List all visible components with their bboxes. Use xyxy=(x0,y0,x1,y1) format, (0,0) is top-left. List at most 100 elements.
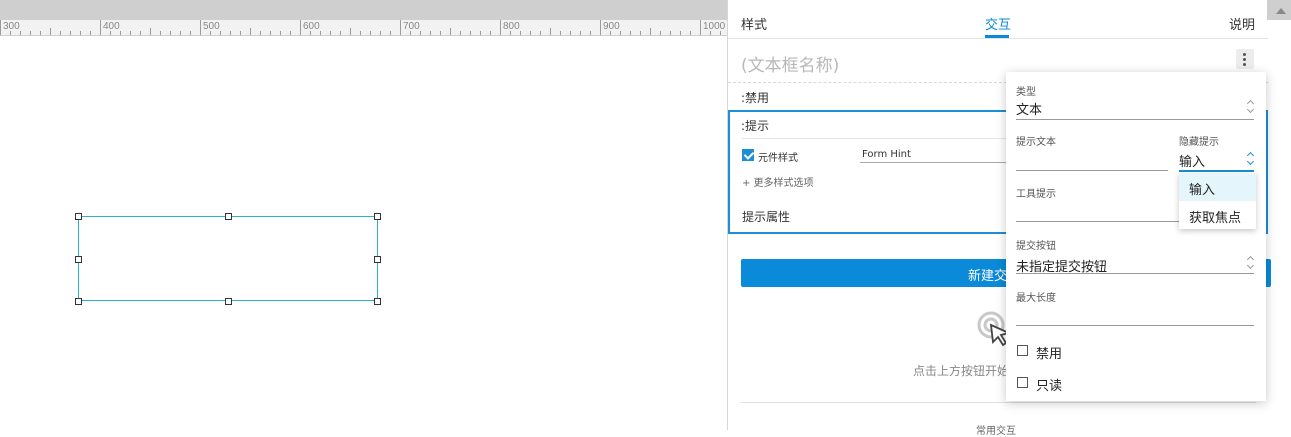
inspector-tabs: 样式 交互 说明 xyxy=(728,0,1268,39)
widget-style-label: 元件样式 xyxy=(758,153,798,164)
ruler-tick xyxy=(190,31,191,35)
state-disabled-label[interactable]: :禁用 xyxy=(741,89,769,106)
ruler-label: 1000 xyxy=(703,21,726,32)
ruler-tick xyxy=(660,31,661,35)
ruler-tick xyxy=(80,31,81,35)
check-icon[interactable] xyxy=(742,149,754,161)
ruler-tick xyxy=(380,31,381,35)
submit-button-label: 提交按钮 xyxy=(1016,241,1056,252)
ruler-tick xyxy=(690,31,691,35)
dropdown-option-focus[interactable]: 获取焦点 xyxy=(1179,201,1256,229)
ruler-tick xyxy=(290,31,291,35)
readonly-checkbox[interactable] xyxy=(1017,377,1028,388)
type-underline xyxy=(1016,119,1254,120)
resize-handle[interactable] xyxy=(374,298,381,305)
ruler-tick xyxy=(630,31,631,35)
hint-text-label: 提示文本 xyxy=(1016,137,1056,148)
ruler-tick xyxy=(390,31,391,35)
readonly-checkbox-label[interactable]: 只读 xyxy=(1036,375,1062,394)
ruler-tick xyxy=(60,31,61,35)
ruler-tick xyxy=(140,31,141,35)
submit-underline xyxy=(1016,273,1254,274)
up-down-arrow-icon[interactable] xyxy=(1247,152,1255,166)
ruler-tick xyxy=(370,31,371,35)
scroll-up-icon[interactable] xyxy=(1276,8,1286,14)
tab-style[interactable]: 样式 xyxy=(741,14,767,33)
ruler-tick xyxy=(130,31,131,35)
ruler-tick xyxy=(180,31,181,35)
state-hint-label[interactable]: :提示 xyxy=(741,117,769,134)
style-select-underline xyxy=(860,162,1010,163)
resize-handle[interactable] xyxy=(225,213,232,220)
hint-props-label[interactable]: 提示属性 xyxy=(742,208,790,225)
more-styles-link[interactable]: + 更多样式选项 xyxy=(742,174,814,189)
ruler-tick xyxy=(590,31,591,35)
ruler-tick xyxy=(670,31,671,35)
resize-handle[interactable] xyxy=(75,256,82,263)
ruler-label: 800 xyxy=(503,21,520,32)
ruler-tick xyxy=(200,20,201,35)
tab-notes[interactable]: 说明 xyxy=(1229,14,1255,33)
ruler-tick xyxy=(560,31,561,35)
ruler-tick xyxy=(620,31,621,35)
disabled-checkbox-label[interactable]: 禁用 xyxy=(1036,343,1062,362)
ruler-tick xyxy=(240,31,241,35)
resize-handle[interactable] xyxy=(75,213,82,220)
ruler-tick xyxy=(650,28,651,35)
textfield-properties-popup: 类型 文本 提示文本 隐藏提示 输入 工具提示 提交按钮 未指定提交按钮 最大长… xyxy=(1006,72,1266,401)
ruler-tick xyxy=(230,31,231,35)
ruler-tick xyxy=(260,31,261,35)
ruler-tick xyxy=(50,28,51,35)
ruler-tick xyxy=(90,31,91,35)
ruler-tick xyxy=(220,31,221,35)
empty-interaction-hint: 点击上方按钮开始 xyxy=(913,364,1010,378)
ruler-tick xyxy=(480,31,481,35)
hide-hint-dropdown: 输入 获取焦点 xyxy=(1179,172,1256,229)
ruler-tick xyxy=(440,31,441,35)
ruler-label: 600 xyxy=(303,21,320,32)
ruler-tick xyxy=(450,28,451,35)
ruler-tick xyxy=(530,31,531,35)
ruler-tick xyxy=(700,20,701,35)
ruler-tick xyxy=(580,31,581,35)
ruler-tick xyxy=(120,31,121,35)
resize-handle[interactable] xyxy=(75,298,82,305)
ruler-tick xyxy=(150,28,151,35)
ruler-label: 400 xyxy=(103,21,120,32)
ruler-tick xyxy=(320,31,321,35)
ruler-label: 300 xyxy=(3,21,20,32)
ruler-tick xyxy=(550,28,551,35)
tab-interaction[interactable]: 交互 xyxy=(985,14,1011,33)
kebab-menu-icon[interactable] xyxy=(1236,49,1254,69)
resize-handle[interactable] xyxy=(374,256,381,263)
ruler-tick xyxy=(170,31,171,35)
ruler-tick xyxy=(640,31,641,35)
ruler-tick xyxy=(520,31,521,35)
disabled-checkbox[interactable] xyxy=(1017,345,1028,356)
hide-hint-select[interactable]: 输入 xyxy=(1179,151,1205,170)
ruler-tick xyxy=(500,20,501,35)
resize-handle[interactable] xyxy=(225,298,232,305)
ruler-tick xyxy=(400,20,401,35)
up-down-arrow-icon[interactable] xyxy=(1247,256,1255,270)
widget-style-select[interactable]: Form Hint xyxy=(862,149,911,160)
type-select[interactable]: 文本 xyxy=(1016,99,1042,118)
horizontal-ruler: 300 400 500 600 700 800 900 1000 xyxy=(0,20,727,36)
selected-textbox-widget[interactable] xyxy=(78,216,378,301)
ruler-label: 500 xyxy=(203,21,220,32)
type-label: 类型 xyxy=(1016,87,1036,98)
widget-name-field[interactable]: (文本框名称) xyxy=(741,51,839,76)
up-down-arrow-icon[interactable] xyxy=(1247,100,1255,114)
ruler-tick xyxy=(540,31,541,35)
hint-text-underline xyxy=(1016,170,1168,171)
ruler-tick xyxy=(460,31,461,35)
ruler-tick xyxy=(360,31,361,35)
dropdown-option-input[interactable]: 输入 xyxy=(1179,173,1256,201)
ruler-tick xyxy=(270,31,271,35)
resize-handle[interactable] xyxy=(374,213,381,220)
divider xyxy=(741,402,1256,403)
ruler-label: 700 xyxy=(403,21,420,32)
ruler-tick xyxy=(40,31,41,35)
ruler-tick xyxy=(470,31,471,35)
ruler-tick xyxy=(430,31,431,35)
